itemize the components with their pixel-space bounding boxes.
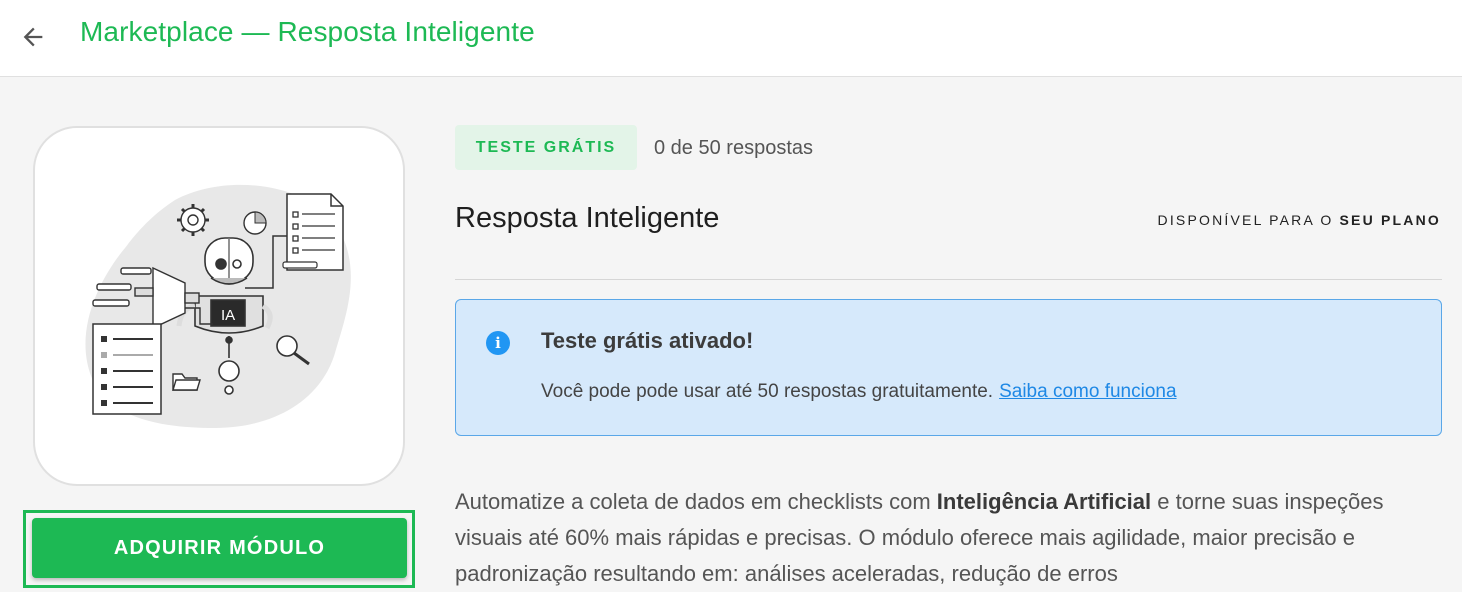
availability-prefix: DISPONÍVEL PARA O <box>1157 212 1334 228</box>
checklist-icon <box>92 323 162 415</box>
usage-count: 0 de 50 respostas <box>654 137 813 159</box>
module-description: Automatize a coleta de dados em checklis… <box>455 484 1415 592</box>
trial-info-alert: i Teste grátis ativado! Você pode pode u… <box>455 299 1442 436</box>
acquire-module-button[interactable]: ADQUIRIR MÓDULO <box>32 518 407 578</box>
divider <box>455 279 1442 280</box>
document-icon <box>282 193 344 271</box>
clock-icon <box>243 211 267 235</box>
module-illustration-card: IA <box>33 126 405 486</box>
back-button[interactable] <box>16 20 50 54</box>
info-text: Você pode pode usar até 50 respostas gra… <box>541 381 1177 403</box>
robot-illustration: IA <box>85 184 351 428</box>
info-icon: i <box>486 331 510 355</box>
info-message: Você pode pode usar até 50 respostas gra… <box>541 381 994 402</box>
description-part1: Automatize a coleta de dados em checklis… <box>455 489 937 514</box>
availability-label: DISPONÍVEL PARA O SEU PLANO <box>1158 212 1441 228</box>
availability-plan: SEU PLANO <box>1339 212 1441 228</box>
page-title: Marketplace — Resposta Inteligente <box>80 16 535 47</box>
module-title: Resposta Inteligente <box>455 202 720 234</box>
learn-more-link[interactable]: Saiba como funciona <box>999 381 1176 402</box>
arrow-left-icon <box>23 27 43 47</box>
top-bar: Marketplace — Resposta Inteligente <box>0 0 1462 77</box>
trial-badge: TESTE GRÁTIS <box>455 125 637 170</box>
info-title: Teste grátis ativado! <box>541 328 754 353</box>
description-bold: Inteligência Artificial <box>936 489 1152 514</box>
robot-label: IA <box>221 307 235 324</box>
